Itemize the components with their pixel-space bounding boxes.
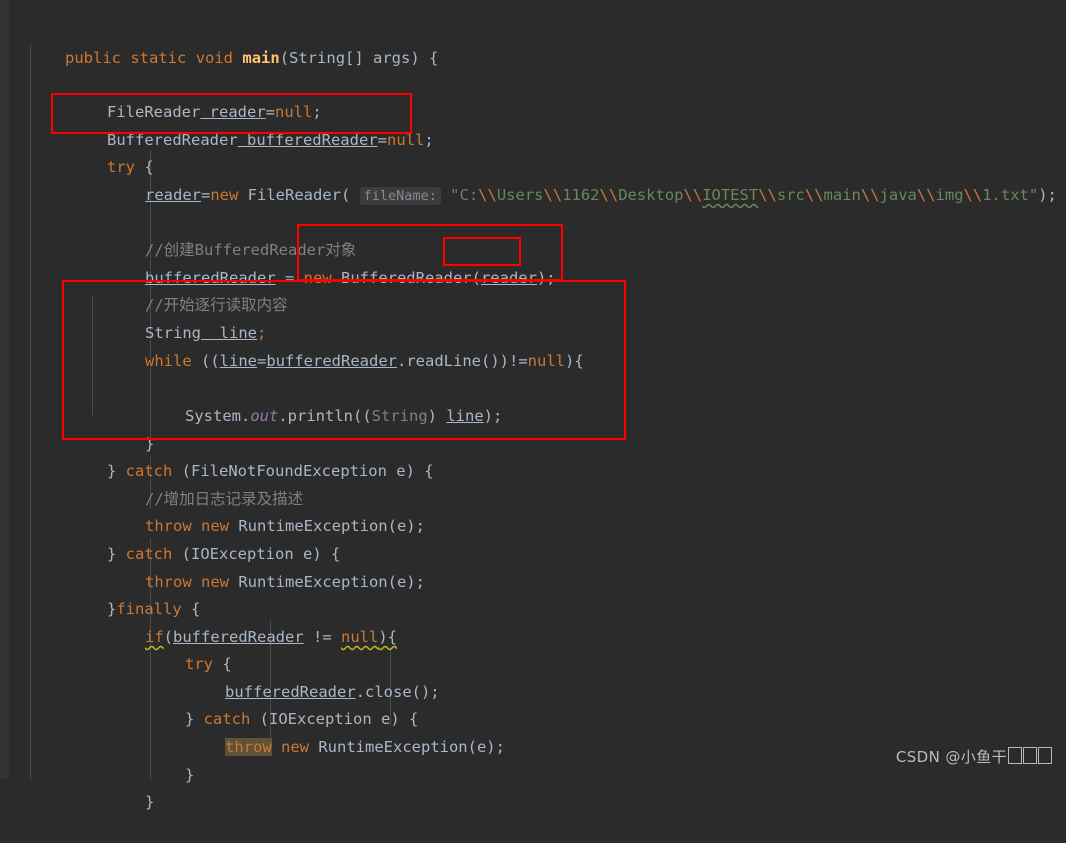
keyword-void: void — [195, 49, 234, 67]
literal-null: null — [527, 352, 565, 370]
paren-open: ( — [279, 49, 290, 67]
code-line-18[interactable]: throw new RuntimeException(e); — [89, 486, 425, 535]
watermark-prefix: CSDN @ — [895, 748, 961, 766]
code-line-10[interactable]: //开始逐行读取内容 — [89, 265, 288, 314]
escape-seq: \\ — [860, 186, 880, 204]
escape-seq: \\ — [683, 186, 703, 204]
line14-tail: ); — [483, 407, 503, 425]
type-bufferedreader-ctor: BufferedReader( — [331, 269, 481, 287]
code-line-16[interactable]: } catch (FileNotFoundException e) { — [51, 431, 434, 480]
not-equal-op: != — [303, 628, 341, 646]
path-seg-1162: 1162 — [562, 186, 600, 204]
keyword-throw-highlighted: throw — [225, 738, 272, 756]
path-seg-img: img — [935, 186, 964, 204]
var-bufferedreader: bufferedReader — [266, 352, 397, 370]
code-line-14[interactable]: System.out.println((String) line); — [129, 376, 502, 425]
code-line-9[interactable]: bufferedReader = new BufferedReader(read… — [89, 238, 556, 287]
path-seg-main: main — [823, 186, 861, 204]
param-type-string-array: String[] — [289, 49, 364, 67]
watermark-glyph-box — [1038, 747, 1052, 764]
string-literal-start: "C: — [450, 186, 479, 204]
line1-tail: ) { — [410, 49, 439, 67]
watermark-glyph-box — [1008, 747, 1022, 764]
literal-null: null — [341, 628, 379, 646]
var-line: line — [446, 407, 484, 425]
escape-seq: \\ — [478, 186, 497, 204]
code-line-22[interactable]: if(bufferedReader != null){ — [89, 597, 397, 646]
method-name-main: main — [242, 49, 280, 67]
assign-op: = — [201, 186, 211, 204]
brace-close: } — [185, 766, 195, 784]
code-line-20[interactable]: throw new RuntimeException(e); — [89, 542, 425, 591]
code-line-28[interactable]: } — [89, 762, 154, 811]
call-println: .println(( — [278, 407, 372, 425]
param-hint-filename: fileName: — [359, 187, 441, 205]
literal-null: null — [386, 131, 425, 149]
redundant-cast-string: String — [371, 407, 428, 425]
code-line-26[interactable]: throw new RuntimeException(e); — [169, 707, 505, 756]
param-name-args: args — [363, 49, 411, 67]
assign-op: = — [377, 131, 387, 149]
code-line-17[interactable]: //增加日志记录及描述 — [89, 459, 303, 508]
line12-tail: ){ — [564, 352, 584, 370]
var-reader: reader — [145, 186, 201, 204]
exception-runtime: RuntimeException(e); — [309, 738, 505, 756]
keyword-while: while — [145, 352, 192, 370]
code-line-3[interactable]: FileReader reader=null; — [51, 72, 322, 121]
code-line-23[interactable]: try { — [129, 624, 232, 673]
class-system: System. — [185, 407, 251, 425]
csdn-watermark: CSDN @小鱼干 — [896, 746, 1052, 767]
var-line: line — [219, 352, 257, 370]
path-seg-users: Users — [496, 186, 544, 204]
line22-tail: ){ — [378, 628, 397, 646]
path-seg-desktop: Desktop — [618, 186, 684, 204]
code-line-19[interactable]: } catch (IOException e) { — [51, 514, 340, 563]
code-line-21[interactable]: }finally { — [51, 569, 200, 618]
keyword-public: public — [65, 49, 121, 67]
keyword-new: new — [271, 738, 309, 756]
var-bufferedreader: bufferedReader — [237, 131, 378, 149]
indent-guide — [30, 45, 31, 779]
semicolon: ; — [424, 131, 434, 149]
assign-op: = — [257, 352, 267, 370]
escape-seq: \\ — [599, 186, 619, 204]
watermark-glyph-box — [1023, 747, 1037, 764]
escape-seq: \\ — [963, 186, 983, 204]
code-line-11[interactable]: String line; — [89, 293, 266, 342]
code-line-24[interactable]: bufferedReader.close(); — [169, 652, 440, 701]
cast-close: ) — [427, 407, 447, 425]
escape-seq: \\ — [543, 186, 563, 204]
escape-seq: \\ — [758, 186, 777, 204]
type-filereader-ctor: FileReader( — [238, 186, 351, 204]
exception-runtime: RuntimeException(e); — [229, 573, 425, 591]
code-editor: public static void main(String[] args) {… — [0, 0, 1066, 811]
watermark-author: 小鱼干 — [960, 748, 1007, 766]
keyword-new: new — [210, 186, 239, 204]
code-line-4[interactable]: BufferedReader bufferedReader=null; — [51, 100, 434, 149]
brace-close: } — [145, 793, 155, 811]
code-line-27[interactable]: } — [129, 735, 194, 784]
path-seg-file: 1.txt" — [982, 186, 1039, 204]
keyword-new: new — [303, 269, 332, 287]
escape-seq: \\ — [804, 186, 824, 204]
code-line-6[interactable]: reader=new FileReader( fileName: "C:\\Us… — [89, 155, 1057, 205]
paren-group: (( — [191, 352, 220, 370]
code-line-5[interactable]: try { — [51, 127, 154, 176]
line9-tail: ); — [536, 269, 556, 287]
path-seg-java: java — [879, 186, 917, 204]
code-line-8[interactable]: //创建BufferedReader对象 — [89, 210, 356, 259]
escape-seq: \\ — [916, 186, 936, 204]
path-seg-src: src — [776, 186, 805, 204]
path-seg-iotest: IOTEST — [702, 186, 759, 204]
field-out: out — [250, 407, 279, 425]
code-line-15[interactable]: } — [89, 404, 154, 453]
code-line-12[interactable]: while ((line=bufferedReader.readLine())!… — [89, 321, 584, 370]
code-surface[interactable]: public static void main(String[] args) {… — [0, 0, 1066, 811]
line6-tail: ); — [1038, 186, 1057, 204]
keyword-static: static — [130, 49, 187, 67]
call-readline: .readLine())!= — [397, 352, 528, 370]
code-line-1[interactable]: public static void main(String[] args) { — [9, 18, 438, 67]
code-line-25[interactable]: } catch (IOException e) { — [129, 679, 418, 728]
arg-reader: reader — [480, 269, 537, 287]
